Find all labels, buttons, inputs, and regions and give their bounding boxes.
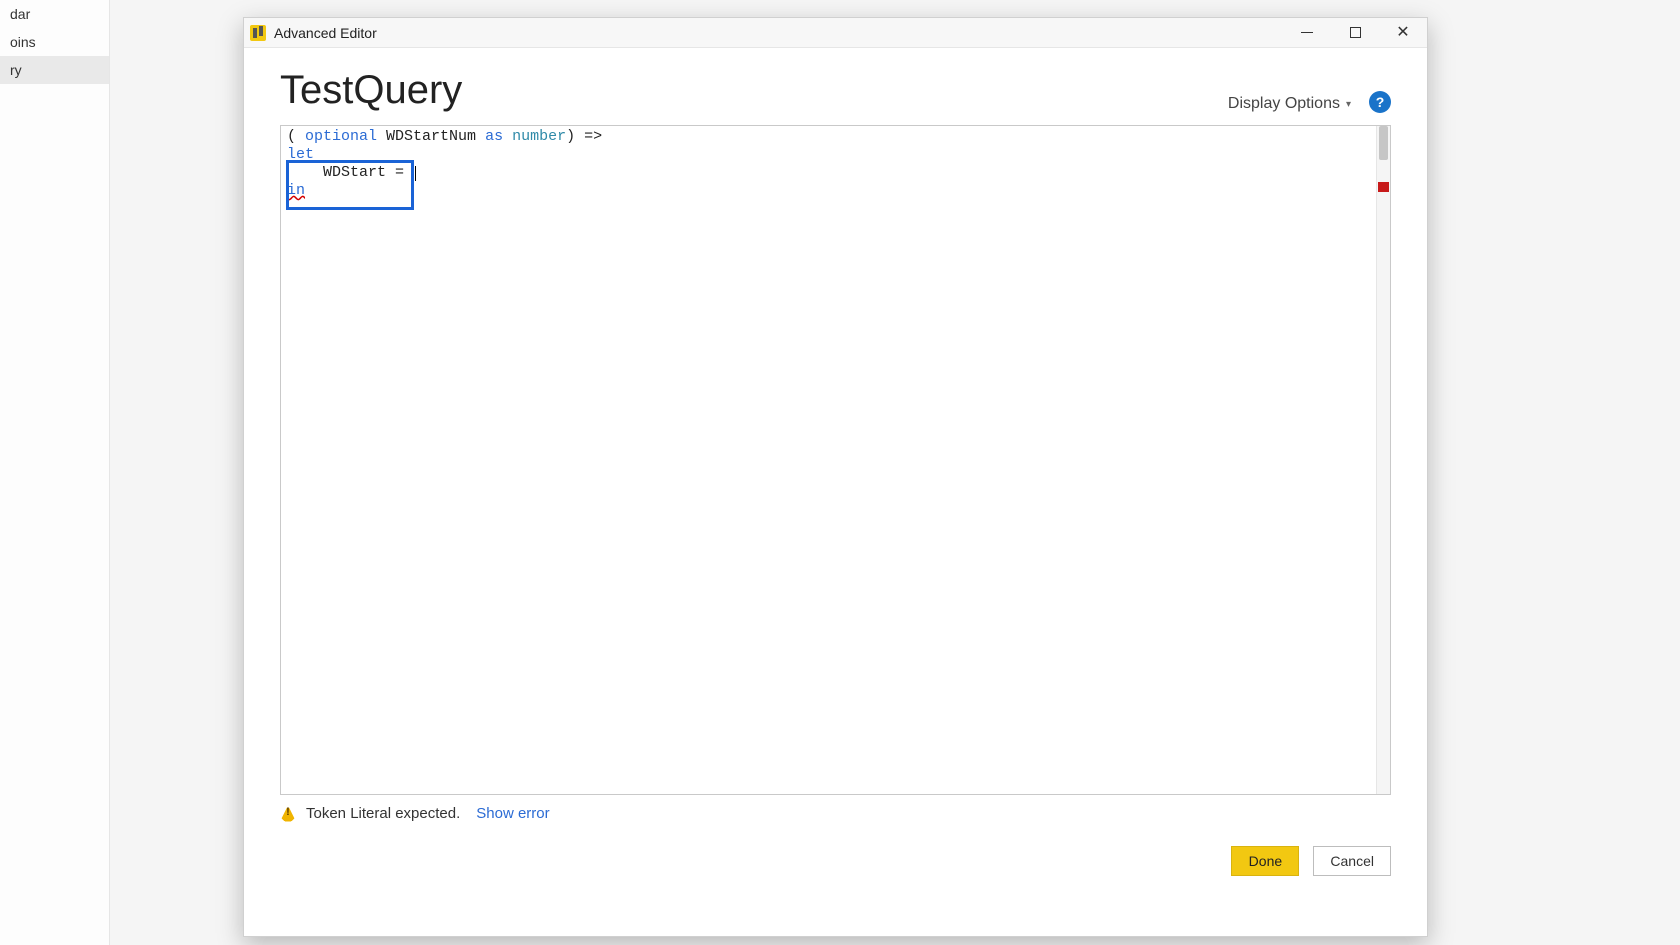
query-title: TestQuery — [280, 68, 462, 113]
maximize-icon — [1350, 27, 1361, 38]
cancel-button[interactable]: Cancel — [1313, 846, 1391, 876]
warning-icon — [280, 806, 296, 822]
status-message: Token Literal expected. — [306, 805, 460, 822]
display-options-dropdown[interactable]: Display Options ▾ — [1228, 95, 1351, 113]
code-editor-wrap: ( optional WDStartNum as number) => let … — [280, 125, 1391, 795]
error-marker[interactable] — [1378, 182, 1389, 192]
app-icon — [250, 25, 266, 41]
display-options-label: Display Options — [1228, 95, 1340, 113]
code-text: ) => — [566, 128, 602, 145]
close-icon: ✕ — [1396, 25, 1409, 41]
minimize-icon — [1301, 32, 1313, 33]
window-title: Advanced Editor — [274, 25, 377, 41]
query-list-pane: dar oins ry — [0, 0, 110, 945]
done-button[interactable]: Done — [1231, 846, 1299, 876]
query-list-item[interactable]: ry — [0, 56, 109, 84]
code-text: WDStartNum — [377, 128, 485, 145]
header-row: TestQuery Display Options ▾ ? — [244, 48, 1427, 125]
close-button[interactable]: ✕ — [1379, 18, 1427, 48]
chevron-down-icon: ▾ — [1346, 99, 1351, 110]
maximize-button[interactable] — [1331, 18, 1379, 48]
query-list-item[interactable]: dar — [0, 0, 109, 28]
titlebar: Advanced Editor ✕ — [244, 18, 1427, 48]
query-list-item[interactable]: oins — [0, 28, 109, 56]
editor-scrollbar[interactable] — [1376, 126, 1390, 794]
code-text: ( — [287, 128, 305, 145]
code-editor[interactable]: ( optional WDStartNum as number) => let … — [281, 126, 1376, 794]
help-button[interactable]: ? — [1369, 91, 1391, 113]
show-error-link[interactable]: Show error — [476, 805, 549, 822]
button-row: Done Cancel — [244, 822, 1427, 876]
status-row: Token Literal expected. Show error — [244, 795, 1427, 822]
code-keyword: optional — [305, 128, 377, 145]
code-keyword: let — [287, 146, 314, 163]
advanced-editor-dialog: Advanced Editor ✕ TestQuery Display Opti… — [243, 17, 1428, 937]
code-text — [287, 164, 323, 181]
code-keyword-error: in — [287, 182, 305, 199]
code-keyword: as — [485, 128, 503, 145]
scroll-thumb[interactable] — [1379, 126, 1388, 160]
minimize-button[interactable] — [1283, 18, 1331, 48]
text-cursor — [415, 166, 416, 181]
code-type: number — [503, 128, 566, 145]
code-text: WDStart = — [323, 164, 413, 181]
